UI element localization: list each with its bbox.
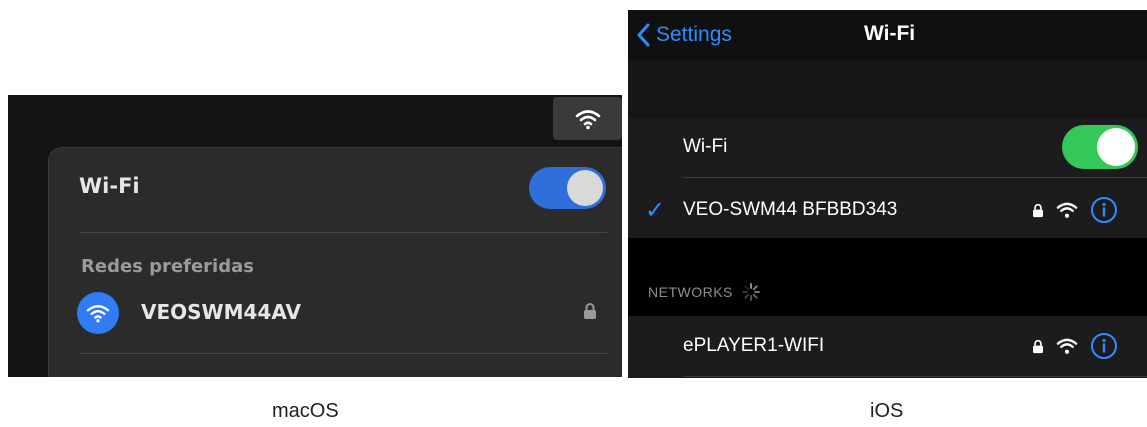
macos-panel: Wi-Fi Redes preferidas VEOSWM44AV (8, 95, 622, 377)
wifi-icon (1056, 202, 1078, 218)
network-status-icons (1032, 332, 1118, 360)
page-title: Wi-Fi (864, 22, 916, 45)
network-name[interactable]: ePLAYER1-WIFI (683, 335, 824, 357)
ios-panel: Settings Wi-Fi Wi-Fi ✓ VEO-SWM44 BFBBD34… (628, 10, 1147, 378)
chevron-left-icon (637, 23, 650, 47)
navigation-bar: Settings Wi-Fi (628, 10, 1147, 60)
wifi-menu-title: Wi-Fi (79, 174, 140, 198)
toggle-knob (1097, 128, 1135, 166)
wifi-icon (77, 292, 119, 334)
lock-icon (1033, 339, 1043, 353)
toggle-knob (567, 170, 603, 206)
wifi-icon (575, 109, 600, 129)
network-status-icons (1032, 196, 1118, 224)
divider (79, 232, 607, 233)
lock-icon (1033, 203, 1043, 217)
macos-caption: macOS (272, 400, 339, 422)
menubar-wifi-button[interactable] (553, 97, 622, 140)
info-icon[interactable] (1090, 196, 1118, 224)
wifi-menu: Wi-Fi Redes preferidas VEOSWM44AV (48, 147, 622, 377)
networks-section-header: NETWORKS (648, 282, 761, 302)
checkmark-icon: ✓ (645, 197, 666, 224)
back-label: Settings (656, 23, 732, 46)
back-button[interactable]: Settings (636, 17, 732, 53)
section-spacer (628, 60, 1147, 118)
wifi-toggle[interactable] (529, 167, 606, 209)
ios-caption: iOS (870, 400, 904, 422)
info-icon[interactable] (1090, 332, 1118, 360)
divider (683, 376, 1147, 377)
wifi-toggle[interactable] (1062, 125, 1138, 169)
divider (683, 177, 1147, 178)
wifi-row-label: Wi-Fi (683, 136, 728, 157)
network-item[interactable]: VEOSWM44AV (77, 290, 617, 334)
network-name: VEOSWM44AV (141, 300, 301, 324)
wifi-icon (1056, 338, 1078, 354)
spinner-icon (741, 283, 760, 301)
divider (79, 353, 607, 354)
connected-network-name[interactable]: VEO-SWM44 BFBBD343 (683, 199, 897, 221)
preferred-networks-label: Redes preferidas (81, 256, 254, 277)
lock-icon (584, 303, 596, 319)
networks-label: NETWORKS (648, 284, 733, 300)
